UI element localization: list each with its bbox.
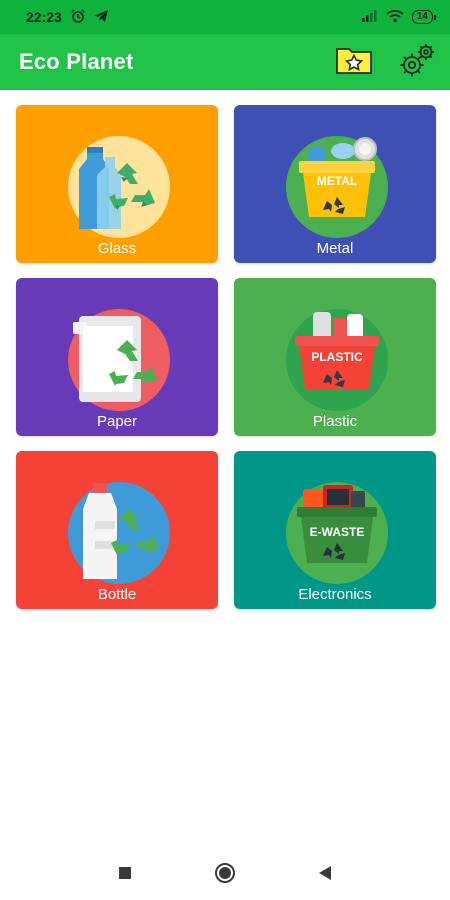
- battery-level: 14: [411, 10, 433, 24]
- signal-icon: [361, 9, 378, 25]
- category-tile-plastic[interactable]: PLASTIC Plastic: [234, 278, 436, 436]
- paper-recycle-icon: [67, 308, 171, 412]
- battery-icon: 14: [411, 10, 436, 24]
- category-tile-paper[interactable]: Paper: [16, 278, 218, 436]
- category-tile-glass[interactable]: Glass: [16, 105, 218, 263]
- bin-badge-text: E-WASTE: [309, 525, 365, 539]
- bin-badge-text: PLASTIC: [311, 350, 363, 364]
- home-button[interactable]: [210, 860, 240, 890]
- category-tile-electronics[interactable]: E-WASTE Electronics: [234, 451, 436, 609]
- category-label: Electronics: [298, 586, 372, 603]
- category-label: Metal: [316, 240, 354, 257]
- telegram-icon: [94, 9, 109, 26]
- category-tile-metal[interactable]: METAL Metal: [234, 105, 436, 263]
- category-label: Plastic: [312, 413, 358, 430]
- app-bar: Eco Planet: [0, 34, 450, 90]
- category-label: Glass: [97, 240, 137, 257]
- settings-gear-icon: [398, 41, 436, 84]
- home-circle-icon: [214, 862, 236, 889]
- category-tile-bottle[interactable]: Bottle: [16, 451, 218, 609]
- category-label: Paper: [96, 413, 138, 430]
- favorites-button[interactable]: [336, 47, 372, 77]
- recents-button[interactable]: [110, 860, 140, 890]
- wifi-icon: [386, 9, 404, 26]
- recents-square-icon: [118, 866, 132, 885]
- glass-bottle-recycle-icon: [67, 135, 171, 239]
- alarm-icon: [70, 8, 86, 27]
- status-bar: 22:23 14: [0, 0, 450, 34]
- system-nav-bar: [0, 850, 450, 900]
- back-button[interactable]: [310, 860, 340, 890]
- favorites-folder-icon: [336, 46, 372, 79]
- settings-button[interactable]: [398, 43, 436, 81]
- back-triangle-icon: [318, 865, 332, 886]
- app-title: Eco Planet: [19, 49, 134, 74]
- status-time: 22:23: [26, 9, 62, 25]
- category-grid: Glass METAL Metal Paper PLASTIC Plastic …: [16, 105, 436, 609]
- bottle-recycle-icon: [67, 481, 171, 585]
- bin-badge-text: METAL: [316, 174, 358, 188]
- category-label: Bottle: [97, 586, 137, 603]
